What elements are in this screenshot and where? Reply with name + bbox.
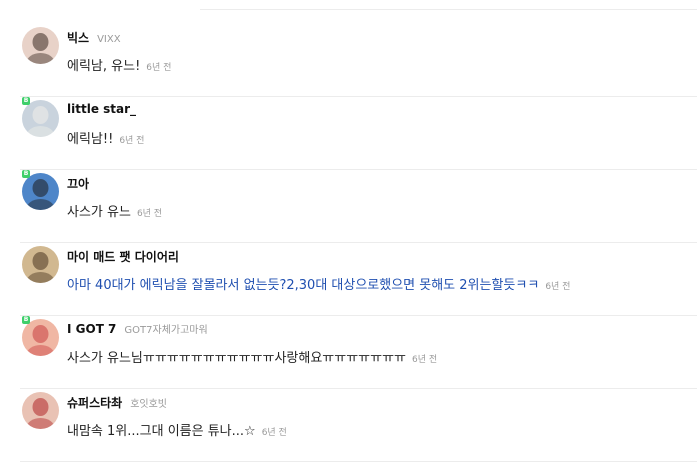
comment-item: 슈퍼스타촤 호잇호빗내맘속 1위...그대 이름은 튜나...☆ 6년 전 [0, 389, 697, 462]
comment-body: 에릭남!! 6년 전 [67, 128, 144, 147]
comment-item: Blittle star_ 에릭남!! 6년 전 [0, 97, 697, 170]
author-nickname[interactable]: 끄아 [67, 177, 89, 191]
comment-time: 6년 전 [261, 428, 287, 438]
level-badge-icon: B [22, 97, 30, 105]
comment-item: 마이 매드 팻 다이어리아마 40대가 에릭남을 잘몰라서 없는듯?2,30대 … [0, 243, 697, 316]
author-subtitle: VIXX [97, 34, 121, 45]
level-badge-icon: B [22, 316, 30, 324]
comment-text: 내맘속 1위...그대 이름은 튜나...☆ [67, 424, 256, 439]
author-nickname[interactable]: 마이 매드 팻 다이어리 [67, 250, 179, 264]
comment-body: 사스가 유느 6년 전 [67, 201, 162, 220]
avatar[interactable] [22, 319, 59, 356]
comment-body: 사스가 유느님ㅠㅠㅠㅠㅠㅠㅠㅠㅠㅠㅠ사랑해요ㅠㅠㅠㅠㅠㅠㅠ 6년 전 [67, 347, 437, 366]
comment-author[interactable]: 마이 매드 팻 다이어리 [67, 248, 179, 265]
author-nickname[interactable]: I GOT 7 [67, 322, 116, 336]
author-nickname[interactable]: 슈퍼스타촤 [67, 396, 122, 410]
comment-body: 아마 40대가 에릭남을 잘몰라서 없는듯?2,30대 대상으로했으면 못해도 … [67, 274, 570, 293]
comment-text: 에릭남!! [67, 132, 114, 147]
comment-author[interactable]: 빅스 VIXX [67, 29, 121, 46]
comment-time: 6년 전 [146, 63, 172, 73]
comment-item: B I GOT 7 GOT7자체가고마워사스가 유느님ㅠㅠㅠㅠㅠㅠㅠㅠㅠㅠㅠ사랑해요… [0, 316, 697, 389]
level-badge-icon: B [22, 170, 30, 178]
comment-text: 사스가 유느 [67, 205, 131, 220]
comment-text: 아마 40대가 에릭남을 잘몰라서 없는듯?2,30대 대상으로했으면 못해도 … [67, 278, 540, 293]
comment-text: 사스가 유느님ㅠㅠㅠㅠㅠㅠㅠㅠㅠㅠㅠ사랑해요ㅠㅠㅠㅠㅠㅠㅠ [67, 351, 407, 366]
author-nickname[interactable]: little star_ [67, 102, 136, 116]
top-divider [200, 9, 697, 10]
avatar[interactable] [22, 246, 59, 283]
comment-author[interactable]: little star_ [67, 102, 136, 116]
comment-item: 빅스 VIXX 에릭남, 유느! 6년 전 [0, 24, 697, 97]
author-subtitle: GOT7자체가고마워 [124, 325, 208, 336]
comment-author[interactable]: 슈퍼스타촤 호잇호빗 [67, 394, 167, 411]
avatar[interactable] [22, 173, 59, 210]
comment-time: 6년 전 [136, 209, 163, 219]
comment-author[interactable]: I GOT 7 GOT7자체가고마워 [67, 321, 208, 336]
comment-body: 내맘속 1위...그대 이름은 튜나...☆ 6년 전 [67, 420, 287, 439]
comment-body: 에릭남, 유느! 6년 전 [67, 55, 171, 74]
author-subtitle: 호잇호빗 [130, 399, 168, 410]
comment-time: 6년 전 [412, 355, 438, 365]
avatar[interactable] [22, 100, 59, 137]
comment-time: 6년 전 [545, 282, 571, 292]
avatar[interactable] [22, 392, 59, 429]
comment-text: 에릭남, 유느! [67, 59, 141, 74]
comment-author[interactable]: 끄아 [67, 175, 89, 192]
author-nickname[interactable]: 빅스 [67, 31, 89, 45]
comment-item: B 끄아사스가 유느 6년 전 [0, 170, 697, 243]
avatar[interactable] [22, 27, 59, 64]
comment-time: 6년 전 [119, 136, 145, 146]
